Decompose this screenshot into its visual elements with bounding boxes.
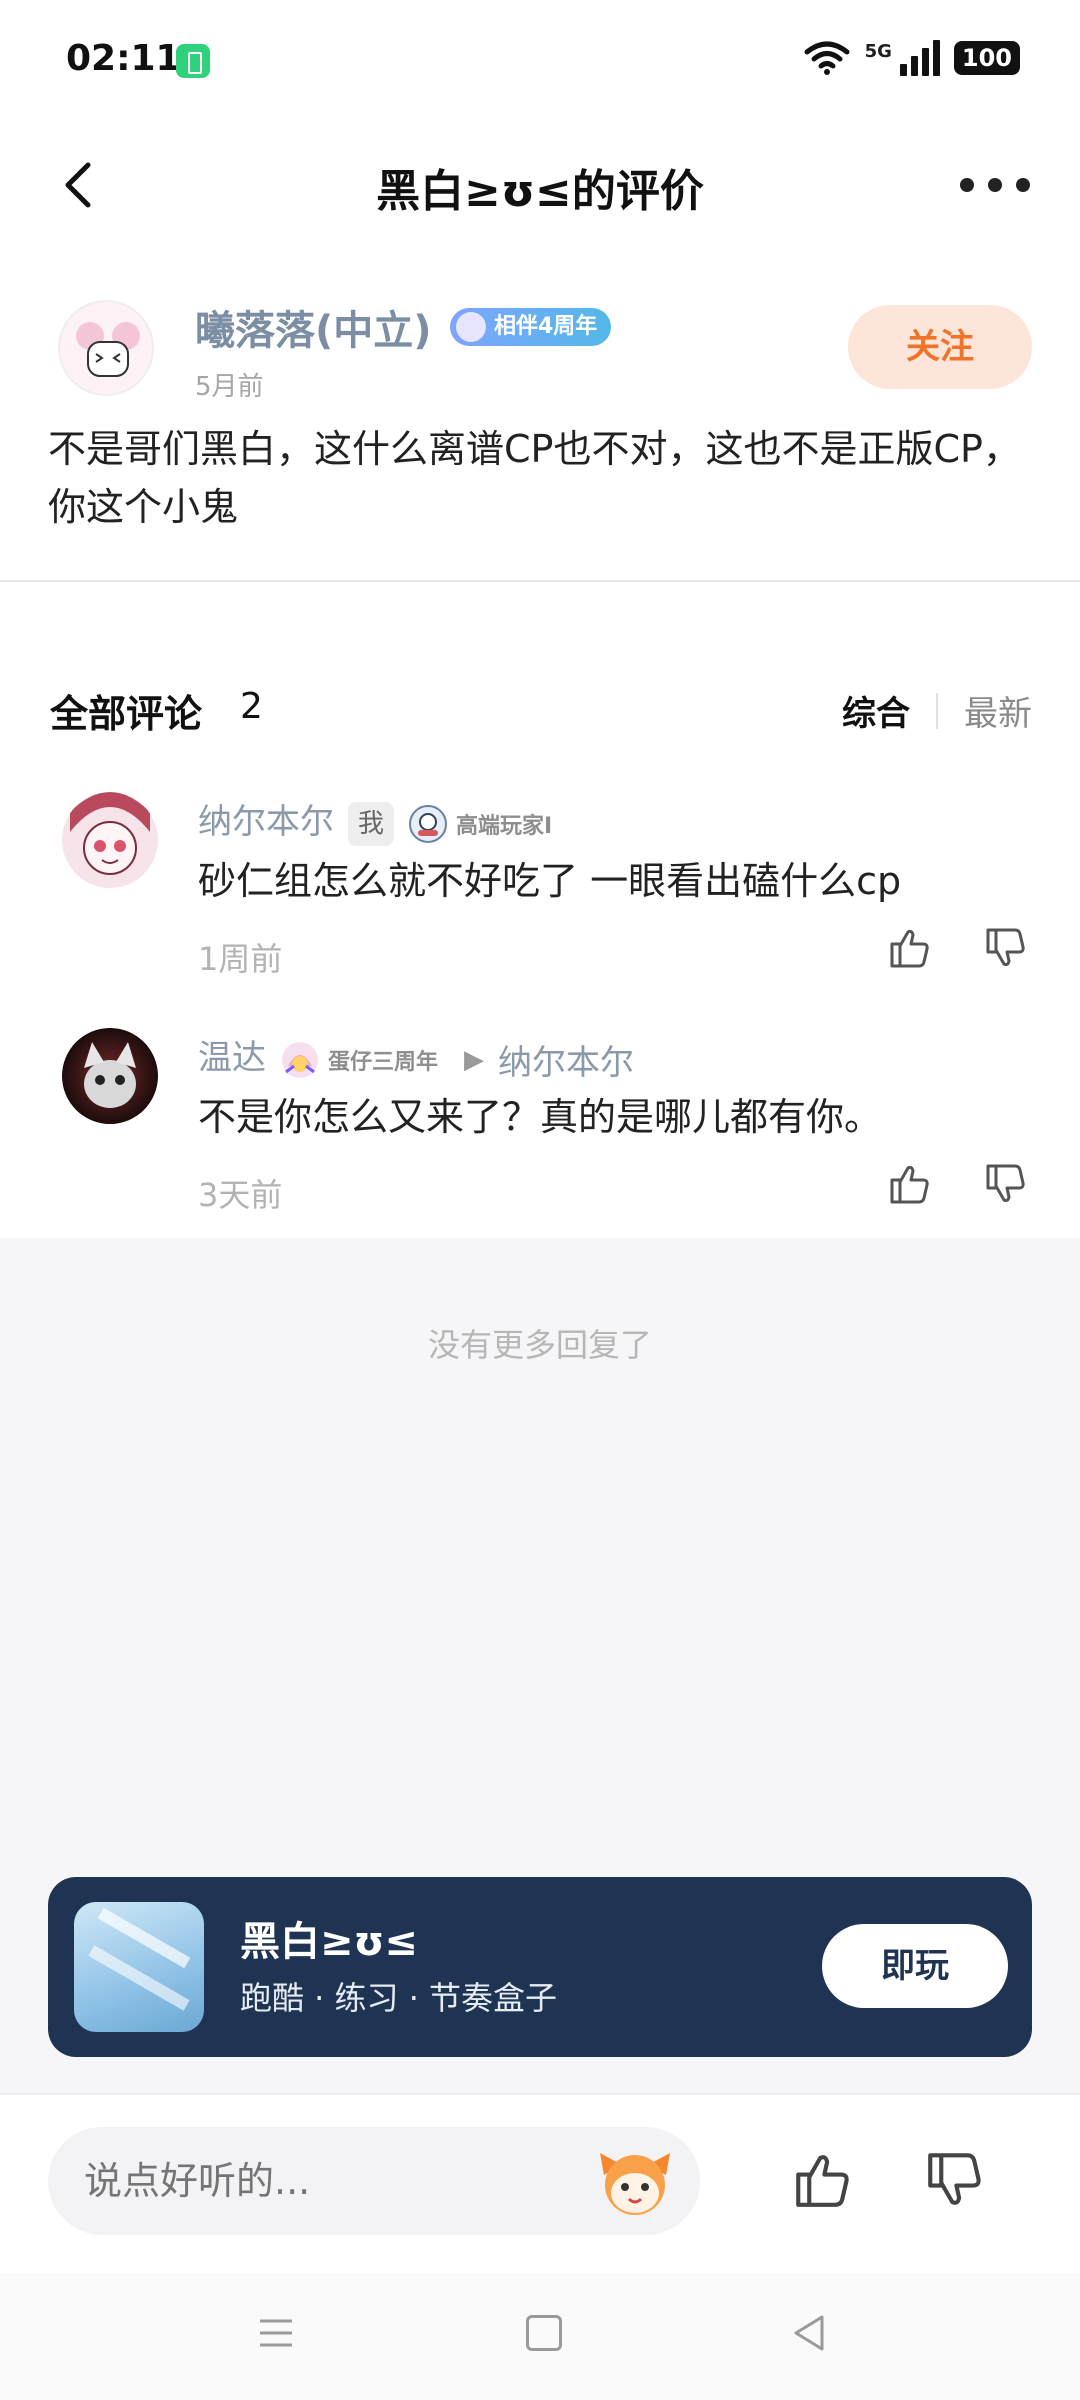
play-now-button[interactable]: 即玩 <box>822 1924 1008 2008</box>
app-notification-icon <box>176 44 210 78</box>
sort-tab-latest[interactable]: 最新 <box>964 686 1032 735</box>
comment-input-bar <box>0 2093 1080 2273</box>
anniversary-badge-label: 蛋仔三周年 <box>328 1049 439 1075</box>
player-badge-label: 高端玩家I <box>456 813 553 839</box>
battery-indicator: 100 <box>953 41 1020 75</box>
author-name[interactable]: 曦落落(中立) <box>195 298 432 356</box>
sort-tab-comprehensive[interactable]: 综合 <box>842 686 910 735</box>
comment-text: 不是你怎么又来了？真的是哪儿都有你。 <box>198 1095 883 1139</box>
more-options-icon[interactable] <box>960 165 1030 205</box>
follow-button[interactable]: 关注 <box>848 305 1032 389</box>
page-title: 黑白≥ʊ≤的评价 <box>376 166 704 217</box>
comment-item: 纳尔本尔我 高端玩家I 砂仁组怎么就不好吃了 一眼看出磕什么cp 1周前 <box>0 792 1080 1022</box>
anniversary-badge: 蛋仔三周年 <box>280 1040 438 1080</box>
comment-time: 1周前 <box>198 940 283 978</box>
thumbs-up-icon[interactable] <box>790 2147 856 2213</box>
commenter-name[interactable]: 纳尔本尔 <box>198 802 334 842</box>
network-type: 5G <box>864 40 892 62</box>
wifi-icon <box>804 41 850 75</box>
commenter-avatar[interactable] <box>62 1028 158 1124</box>
thumbs-down-icon[interactable] <box>922 2147 988 2213</box>
status-bar: 02:11 5G 100 <box>0 0 1080 125</box>
reply-to-name[interactable]: 纳尔本尔 <box>498 1043 634 1083</box>
commenter-header: 纳尔本尔我 高端玩家I <box>198 794 552 846</box>
sort-tabs: 综合 最新 <box>842 686 1032 735</box>
comments-count: 2 <box>240 686 263 727</box>
top-app-bar: 黑白≥ʊ≤的评价 <box>0 125 1080 245</box>
game-name: 黑白≥ʊ≤ <box>240 1919 418 1965</box>
status-time: 02:11 <box>66 38 181 79</box>
signal-icon <box>899 40 940 76</box>
anniversary-badge: 相伴4周年 <box>450 308 612 346</box>
comment-text: 砂仁组怎么就不好吃了 一眼看出磕什么cp <box>198 859 902 903</box>
thumbs-down-icon[interactable] <box>982 1160 1030 1208</box>
home-icon[interactable] <box>526 2315 562 2351</box>
author-avatar[interactable] <box>58 300 154 396</box>
comments-title: 全部评论 <box>50 692 203 736</box>
game-card[interactable]: 黑白≥ʊ≤ 跑酷 · 练习 · 节奏盒子 即玩 <box>48 1877 1032 2057</box>
emoji-icon[interactable] <box>596 2145 674 2217</box>
thumbs-up-icon[interactable] <box>886 924 934 972</box>
commenter-header: 温达 蛋仔三周年 ▶ 纳尔本尔 <box>198 1030 634 1084</box>
thumbs-down-icon[interactable] <box>982 924 1030 972</box>
player-badge: 高端玩家I <box>408 804 552 844</box>
reply-arrow-icon: ▶ <box>464 1044 485 1075</box>
avatar-image <box>60 302 152 394</box>
commenter-avatar[interactable] <box>62 792 158 888</box>
commenter-name[interactable]: 温达 <box>198 1038 266 1078</box>
section-divider <box>0 580 1080 582</box>
player-badge-icon <box>409 804 448 843</box>
game-tags: 跑酷 · 练习 · 节奏盒子 <box>240 1979 558 2017</box>
system-nav-bar <box>0 2273 1080 2400</box>
thumbs-up-icon[interactable] <box>886 1160 934 1208</box>
review-text: 不是哥们黑白，这什么离谱CP也不对，这也不是正版CP，你这个小鬼 <box>48 427 1021 529</box>
post-time: 5月前 <box>195 372 264 402</box>
back-triangle-icon[interactable] <box>790 2313 830 2353</box>
eggy-badge-icon <box>282 1041 318 1078</box>
status-icons: 5G 100 <box>803 40 1020 76</box>
comment-item: 温达 蛋仔三周年 ▶ 纳尔本尔 不是你怎么又来了？真的是哪儿都有你。 3天前 <box>0 1028 1080 1258</box>
me-tag: 我 <box>348 801 395 846</box>
recent-apps-icon[interactable] <box>256 2313 296 2353</box>
sort-divider <box>936 692 938 729</box>
avatar-image <box>62 1028 158 1124</box>
no-more-replies: 没有更多回复了 <box>427 1326 652 1364</box>
avatar-image <box>62 792 158 888</box>
comment-time: 3天前 <box>198 1176 283 1214</box>
game-thumbnail <box>74 1902 204 2032</box>
